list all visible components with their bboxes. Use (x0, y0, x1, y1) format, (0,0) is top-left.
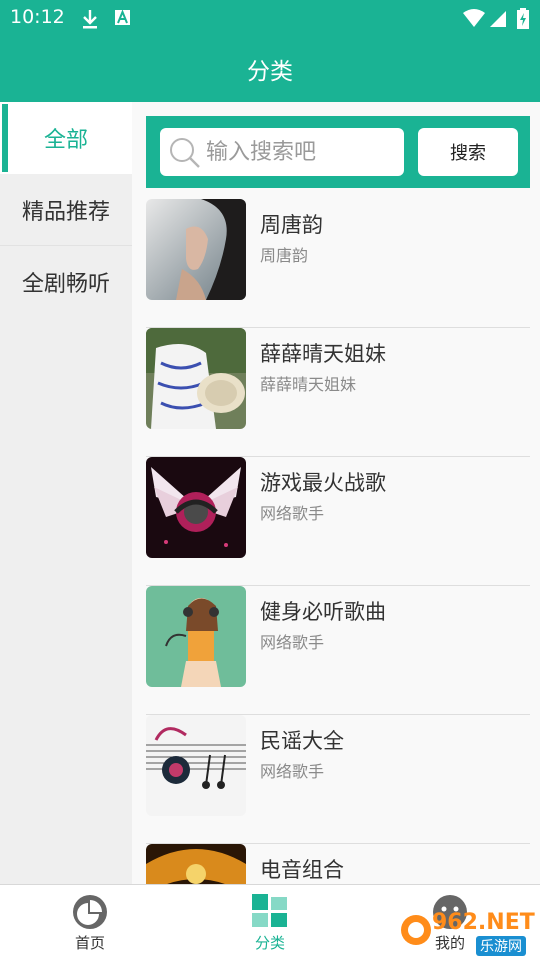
status-time: 10:12 (10, 6, 65, 28)
artist-row[interactable]: 民谣大全 网络歌手 (146, 715, 530, 844)
artist-row[interactable]: 周唐韵 周唐韵 (146, 199, 530, 328)
artist-list: 周唐韵 周唐韵 薛薛晴天姐妹 薛薛晴天姐妹 游戏最火战歌 网络歌手 健身必听歌曲… (146, 199, 530, 884)
artist-row[interactable]: 薛薛晴天姐妹 薛薛晴天姐妹 (146, 328, 530, 457)
content-panel: 搜索 周唐韵 周唐韵 (132, 102, 540, 884)
grid-icon (252, 894, 287, 927)
search-input[interactable] (206, 128, 396, 176)
site-watermark: 962.NET 乐游网 (400, 908, 536, 956)
artist-row[interactable]: 健身必听歌曲 网络歌手 (146, 586, 530, 715)
battery-icon (517, 8, 529, 29)
watermark-logo-icon (401, 915, 431, 945)
category-item-recommended[interactable]: 精品推荐 (0, 174, 132, 246)
nav-label: 首页 (74, 934, 105, 952)
category-label: 全剧畅听 (21, 272, 110, 297)
category-sidebar: 全部 精品推荐 全剧畅听 (0, 102, 132, 884)
artist-cover-image (146, 715, 246, 816)
artist-singer: 网络歌手 (260, 762, 325, 781)
watermark-text: 962.NET (432, 910, 535, 935)
search-box[interactable] (160, 128, 404, 176)
artist-name: 薛薛晴天姐妹 (260, 342, 386, 366)
artist-name: 健身必听歌曲 (260, 600, 386, 624)
artist-name: 民谣大全 (260, 729, 344, 753)
artist-cover-image (146, 586, 246, 687)
artist-name: 电音组合 (260, 858, 344, 882)
nav-category[interactable]: 分类 (210, 885, 330, 960)
pie-chart-icon (73, 895, 107, 929)
artist-cover-image (146, 844, 246, 884)
artist-row[interactable]: 电音组合 (146, 844, 530, 884)
search-icon (170, 138, 200, 168)
artist-cover-image (146, 328, 246, 429)
artist-singer: 薛薛晴天姐妹 (260, 375, 357, 394)
app-header: 分类 (0, 36, 540, 102)
search-bar: 搜索 (146, 116, 530, 188)
category-item-drama[interactable]: 全剧畅听 (0, 246, 132, 318)
nav-label: 分类 (254, 934, 285, 952)
artist-singer: 网络歌手 (260, 504, 325, 523)
category-item-all[interactable]: 全部 (0, 102, 132, 174)
download-icon (83, 10, 97, 29)
wifi-icon (463, 9, 485, 27)
status-bar: 10:12 (0, 0, 540, 36)
a-badge-icon (115, 9, 130, 25)
signal-icon (490, 11, 506, 27)
nav-home[interactable]: 首页 (30, 885, 150, 960)
artist-row[interactable]: 游戏最火战歌 网络歌手 (146, 457, 530, 586)
artist-singer: 周唐韵 (260, 246, 309, 265)
category-label: 全部 (43, 128, 88, 153)
page-title: 分类 (247, 59, 293, 85)
artist-cover-image (146, 457, 246, 558)
artist-cover-image (146, 199, 246, 300)
artist-singer: 网络歌手 (260, 633, 325, 652)
category-label: 精品推荐 (21, 200, 110, 225)
artist-name: 周唐韵 (260, 213, 323, 237)
artist-name: 游戏最火战歌 (260, 471, 386, 495)
search-button[interactable]: 搜索 (418, 128, 518, 176)
watermark-subtext: 乐游网 (476, 936, 526, 956)
